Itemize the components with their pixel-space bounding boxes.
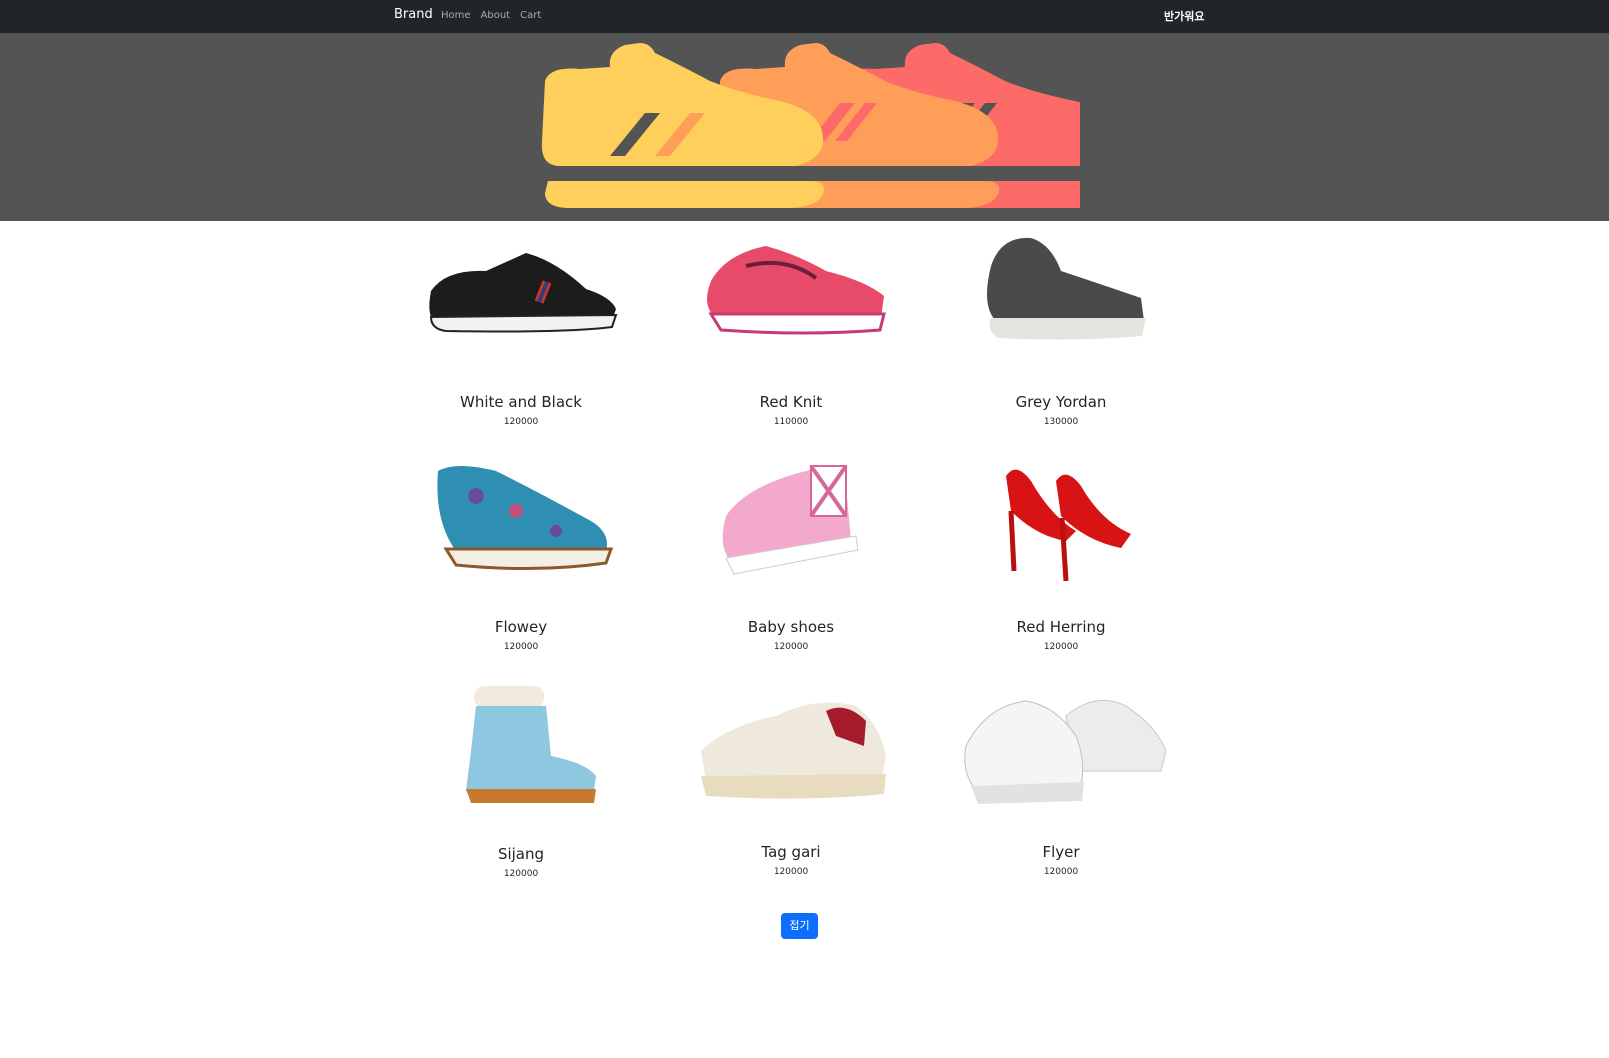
nav-home-link[interactable]: Home	[441, 10, 471, 21]
black-sneaker-image	[429, 253, 618, 333]
pink-slip-on-image	[722, 464, 859, 575]
product-name: Red Knit	[759, 393, 823, 411]
red-heels-image	[1006, 469, 1131, 582]
product-name: Red Herring	[1016, 618, 1106, 636]
chunky-sneaker-image	[701, 702, 886, 799]
product-name: Flyer	[1042, 843, 1080, 861]
product-name: Baby shoes	[747, 618, 835, 636]
shoes-logo-icon	[541, 43, 1080, 209]
nav-cart-link[interactable]: Cart	[520, 10, 541, 21]
product-name: White and Black	[460, 393, 582, 411]
white-chunky-pair-image	[964, 699, 1166, 804]
product-price: 110000	[773, 417, 809, 427]
grey-high-top-image	[987, 237, 1146, 340]
navbar: Brand Home About Cart 반가워요	[0, 0, 1609, 33]
red-running-shoe-image	[707, 246, 886, 335]
hero-banner	[0, 33, 1609, 221]
product-price: 120000	[1043, 642, 1079, 652]
product-name: Sijang	[497, 845, 545, 863]
product-name: Grey Yordan	[1015, 393, 1107, 411]
greeting-text: 반가워요	[1164, 10, 1205, 23]
product-price: 120000	[503, 642, 539, 652]
nav-about-link[interactable]: About	[481, 10, 511, 21]
product-price: 120000	[773, 642, 809, 652]
product-price: 120000	[1043, 867, 1079, 877]
blue-boot-image	[466, 686, 596, 803]
product-price: 120000	[773, 867, 809, 877]
product-price: 120000	[503, 417, 539, 427]
product-price: 120000	[503, 869, 539, 879]
fold-button[interactable]: 접기	[781, 913, 818, 939]
product-name: Tag gari	[761, 843, 821, 861]
nav-links: Home About Cart	[441, 10, 541, 21]
product-price: 130000	[1043, 417, 1079, 427]
product-name: Flowey	[494, 618, 548, 636]
floral-oxford-image	[437, 466, 614, 571]
brand-link[interactable]: Brand	[394, 7, 433, 22]
